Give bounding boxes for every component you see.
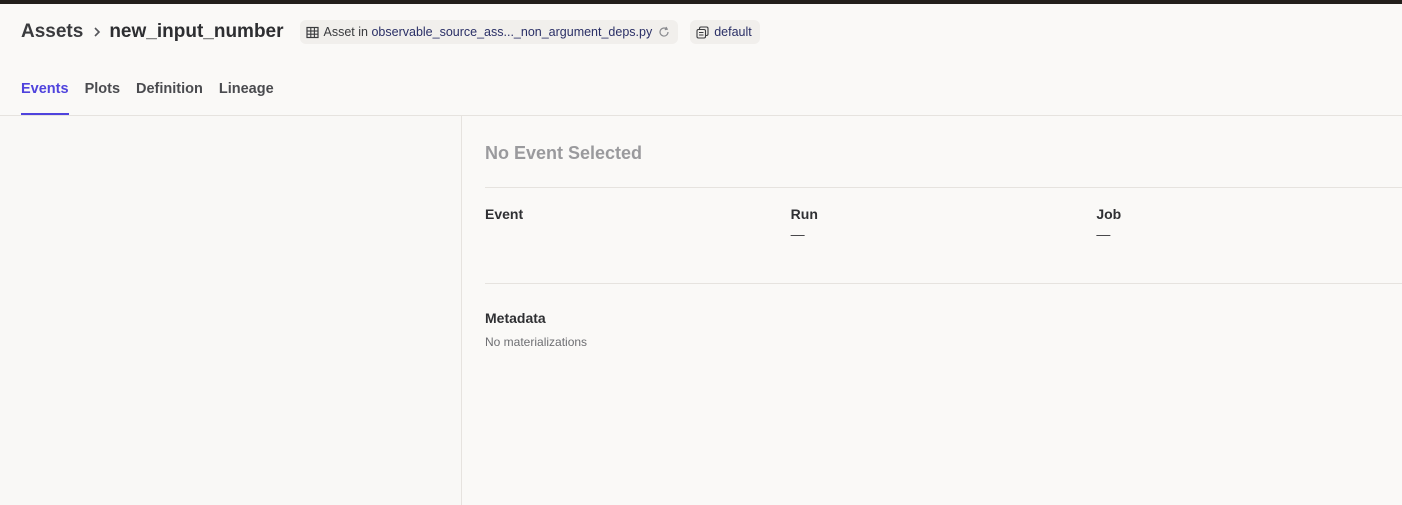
breadcrumb-assets-link[interactable]: Assets	[21, 21, 83, 43]
event-list-panel	[0, 116, 462, 505]
chevron-right-icon	[92, 26, 102, 38]
tab-events[interactable]: Events	[21, 81, 69, 115]
empty-state-title: No Event Selected	[485, 143, 643, 163]
asset-group-tag[interactable]: default	[690, 20, 760, 44]
tab-lineage[interactable]: Lineage	[219, 81, 274, 115]
tab-plots[interactable]: Plots	[85, 81, 120, 115]
job-column-header: Job	[1096, 206, 1122, 222]
metadata-empty-text: No materializations	[485, 335, 588, 349]
page-title: new_input_number	[109, 21, 284, 42]
run-column-header: Run	[790, 206, 818, 222]
asset-location-tag: Asset in observable_source_ass..._non_ar…	[299, 20, 679, 44]
event-column-header: Event	[485, 206, 524, 222]
asset-group-icon	[696, 25, 709, 39]
run-column-value: —	[790, 226, 805, 242]
tab-bar: Events Plots Definition Lineage	[0, 60, 1402, 116]
main-content: No Event Selected Event Run — Job — Meta…	[0, 116, 1402, 505]
event-column: Event	[485, 206, 791, 283]
job-column: Job —	[1096, 206, 1402, 283]
tab-definition[interactable]: Definition	[136, 81, 203, 115]
table-icon	[305, 26, 319, 39]
event-summary: Event Run — Job —	[485, 187, 1402, 283]
event-detail-panel: No Event Selected Event Run — Job — Meta…	[462, 116, 1402, 505]
job-column-value: —	[1096, 226, 1111, 242]
asset-location-prefix: Asset in	[323, 25, 368, 39]
page-header: Assets new_input_number Asset in observa…	[0, 4, 1402, 60]
run-column: Run —	[791, 206, 1097, 283]
metadata-section: Metadata No materializations	[485, 283, 1402, 349]
metadata-title: Metadata	[485, 310, 546, 326]
asset-group-link[interactable]: default	[714, 25, 752, 39]
code-location-link[interactable]: observable_source_ass..._non_argument_de…	[371, 25, 652, 39]
refresh-icon[interactable]	[658, 26, 670, 38]
